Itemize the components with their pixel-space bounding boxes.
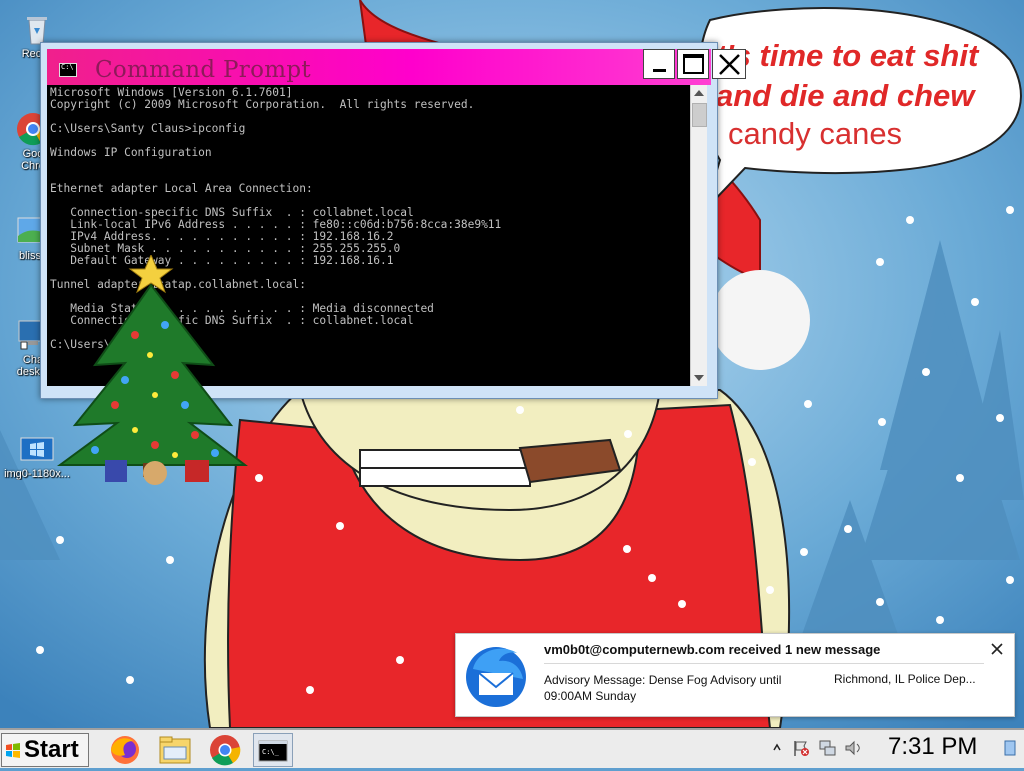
new-mail-notification[interactable]: vm0b0t@computernewb.com received 1 new m…: [455, 633, 1015, 717]
scroll-down-arrow-icon[interactable]: [694, 375, 704, 381]
speech-bubble-line-2: and die and chew: [716, 78, 975, 113]
console-line: C:\Users\Santy Claus>ipconfig: [50, 122, 246, 135]
taskbar: Start C:\_ 7:31 PM: [0, 728, 1024, 768]
command-prompt-icon: C:\_: [258, 740, 288, 762]
notification-title: vm0b0t@computernewb.com received 1 new m…: [544, 642, 881, 657]
window-title: Command Prompt: [95, 57, 311, 83]
taskbar-clock[interactable]: 7:31 PM: [888, 733, 977, 761]
taskbar-file-explorer[interactable]: [155, 733, 195, 767]
vertical-scrollbar[interactable]: [690, 85, 707, 386]
notification-close-icon[interactable]: [988, 640, 1006, 658]
recycle-bin-icon: [20, 12, 54, 46]
firefox-icon: [111, 736, 139, 764]
command-prompt-icon: [59, 63, 77, 77]
scroll-up-arrow-icon[interactable]: [694, 90, 704, 96]
christmas-tree-icon: [56, 253, 248, 485]
maximize-icon: [683, 54, 704, 74]
console-line: Copyright (c) 2009 Microsoft Corporation…: [50, 98, 475, 111]
scrollbar-thumb[interactable]: [692, 103, 707, 127]
taskbar-chrome[interactable]: [205, 733, 245, 767]
speech-bubble-line-3: candy canes: [728, 116, 903, 151]
chrome-icon: [210, 735, 241, 766]
maximize-button[interactable]: [677, 49, 709, 79]
taskbar-firefox[interactable]: [105, 733, 145, 767]
minimize-icon: [653, 69, 666, 72]
notification-divider: [544, 663, 984, 664]
christmas-tree-gadget[interactable]: [55, 253, 255, 495]
image-file-icon: [20, 432, 54, 466]
start-button[interactable]: Start: [1, 733, 89, 767]
notification-sender: Richmond, IL Police Dep...: [834, 672, 976, 686]
network-icon[interactable]: [818, 738, 836, 758]
close-button[interactable]: [712, 49, 746, 79]
action-center-flag-icon[interactable]: [792, 738, 810, 758]
minimize-button[interactable]: [643, 49, 675, 79]
close-icon: [719, 54, 740, 75]
start-label: Start: [24, 736, 79, 763]
file-explorer-icon: [159, 736, 191, 764]
show-hidden-icons-chevron[interactable]: [772, 738, 790, 758]
show-desktop-icon[interactable]: [1004, 740, 1016, 756]
window-titlebar[interactable]: Command Prompt: [47, 49, 711, 85]
volume-icon[interactable]: [844, 738, 862, 758]
console-line: Windows IP Configuration: [50, 146, 212, 159]
speech-bubble-line-1: t's time to eat shit: [716, 38, 979, 73]
console-line: Ethernet adapter Local Area Connection:: [50, 182, 313, 195]
svg-text:C:\_: C:\_: [262, 748, 280, 756]
windows-flag-icon: [6, 743, 20, 758]
thunderbird-icon: [461, 639, 531, 709]
notification-body: Advisory Message: Dense Fog Advisory unt…: [544, 673, 782, 703]
taskbar-command-prompt[interactable]: C:\_: [253, 733, 293, 767]
